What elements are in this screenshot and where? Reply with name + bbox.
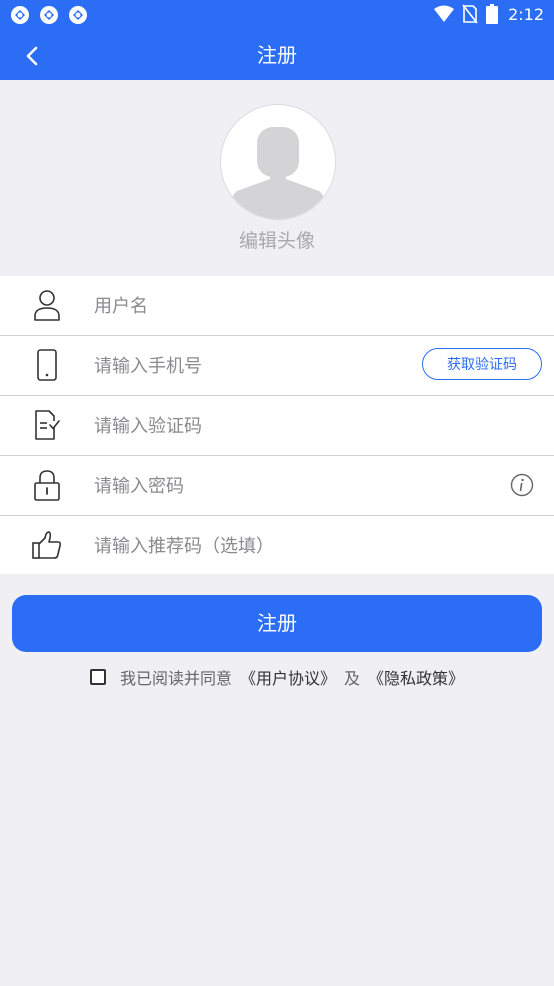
lock-icon xyxy=(34,470,60,501)
code-row xyxy=(0,396,554,456)
status-time: 2:12 xyxy=(508,4,544,24)
thumbs-up-icon xyxy=(32,531,62,559)
info-icon[interactable] xyxy=(510,473,534,497)
app-notification-icon xyxy=(40,6,58,24)
no-sim-icon xyxy=(462,4,478,24)
back-button[interactable] xyxy=(20,43,46,69)
app-bar: 注册 xyxy=(0,30,554,80)
notification-icons xyxy=(10,5,88,25)
status-bar: 2:12 xyxy=(0,0,554,30)
battery-icon xyxy=(486,4,499,24)
privacy-policy-link[interactable]: 《隐私政策》 xyxy=(368,665,464,689)
register-form: 获取验证码 xyxy=(0,276,554,574)
app-notification-icon xyxy=(69,6,87,24)
username-input[interactable] xyxy=(92,288,406,324)
register-button[interactable]: 注册 xyxy=(12,595,542,652)
edit-avatar-label[interactable]: 编辑头像 xyxy=(0,226,554,253)
username-row xyxy=(0,276,554,336)
password-row xyxy=(0,456,554,516)
referral-input[interactable] xyxy=(92,528,406,564)
referral-row xyxy=(0,516,554,574)
phone-input[interactable] xyxy=(92,348,406,384)
user-icon xyxy=(34,290,60,321)
get-code-button[interactable]: 获取验证码 xyxy=(422,348,542,380)
phone-row: 获取验证码 xyxy=(0,336,554,396)
agreement-conjunction: 及 xyxy=(344,669,361,688)
page-title: 注册 xyxy=(257,43,297,67)
default-avatar-icon xyxy=(221,105,335,219)
avatar-button[interactable] xyxy=(220,104,336,220)
wifi-icon xyxy=(434,5,455,22)
app-notification-icon xyxy=(11,6,29,24)
password-input[interactable] xyxy=(92,468,406,504)
agreement-row: 我已阅读并同意 《用户协议》 及 《隐私政策》 xyxy=(90,666,464,688)
system-status: 2:12 xyxy=(434,4,544,24)
agreement-prefix: 我已阅读并同意 xyxy=(120,669,233,688)
phone-icon xyxy=(37,349,57,381)
user-agreement-link[interactable]: 《用户协议》 xyxy=(240,665,336,689)
code-input[interactable] xyxy=(92,408,406,444)
verification-doc-icon xyxy=(35,410,60,440)
agreement-checkbox[interactable] xyxy=(90,669,106,685)
